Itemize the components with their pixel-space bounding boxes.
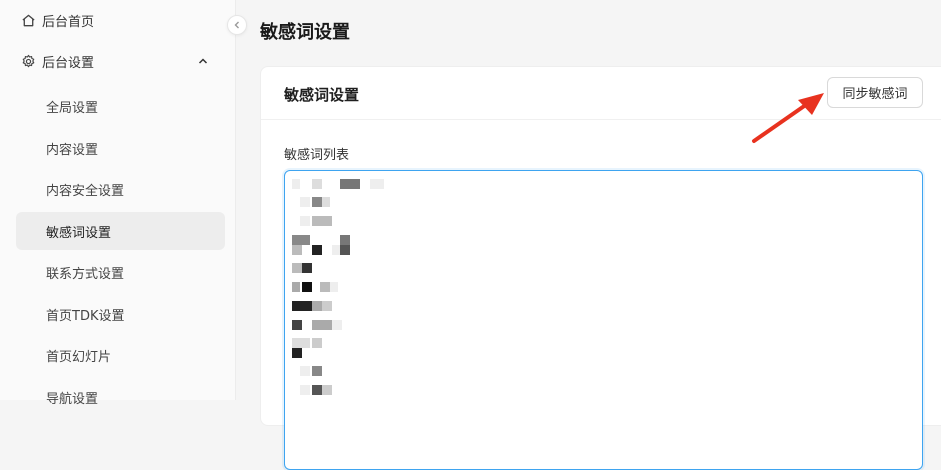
sidebar-item-home[interactable]: 后台首页 — [0, 0, 236, 40]
chevron-left-icon — [232, 20, 242, 30]
sidebar-group-settings-label: 后台设置 — [42, 55, 95, 71]
sync-sensitive-words-button[interactable]: 同步敏感词 — [827, 77, 923, 108]
sidebar: 后台首页 后台设置 全局设置 内容设置 内容安全设置 敏感词设置 联系方式设置 … — [0, 0, 236, 407]
sidebar-item-label: 敏感词设置 — [46, 225, 112, 241]
card-header: 敏感词设置 同步敏感词 — [261, 67, 941, 120]
gear-icon — [20, 53, 36, 69]
sidebar-item-label: 全局设置 — [46, 100, 99, 116]
sidebar-item-sensitive-words[interactable]: 敏感词设置 — [16, 212, 225, 250]
sidebar-item-home-label: 后台首页 — [42, 14, 95, 30]
sidebar-item-label: 首页TDK设置 — [46, 308, 125, 324]
home-icon — [20, 12, 36, 28]
sidebar-group-settings[interactable]: 后台设置 — [0, 40, 236, 82]
sidebar-item-label: 导航设置 — [46, 391, 99, 407]
sidebar-item-label: 内容安全设置 — [46, 183, 125, 199]
sidebar-item-global-settings[interactable]: 全局设置 — [16, 87, 225, 125]
sidebar-item-label: 联系方式设置 — [46, 266, 125, 282]
sidebar-collapse-button[interactable] — [227, 15, 247, 35]
sidebar-item-nav-settings[interactable]: 导航设置 — [16, 378, 225, 416]
sidebar-item-content-settings[interactable]: 内容设置 — [16, 129, 225, 167]
settings-card: 敏感词设置 同步敏感词 敏感词列表 — [260, 66, 941, 470]
chevron-up-icon[interactable] — [196, 54, 210, 68]
sensitive-word-list-textarea[interactable] — [284, 170, 923, 470]
sidebar-item-label: 首页幻灯片 — [46, 349, 112, 365]
sidebar-item-home-tdk[interactable]: 首页TDK设置 — [16, 295, 225, 333]
page-title: 敏感词设置 — [260, 22, 350, 43]
sidebar-item-content-security[interactable]: 内容安全设置 — [16, 170, 225, 208]
card-title: 敏感词设置 — [284, 86, 360, 104]
red-arrow-icon — [752, 93, 824, 143]
sidebar-item-label: 内容设置 — [46, 142, 99, 158]
sidebar-item-home-slides[interactable]: 首页幻灯片 — [16, 336, 225, 374]
sidebar-item-contact-settings[interactable]: 联系方式设置 — [16, 253, 225, 291]
sensitive-word-list-label: 敏感词列表 — [284, 148, 350, 163]
